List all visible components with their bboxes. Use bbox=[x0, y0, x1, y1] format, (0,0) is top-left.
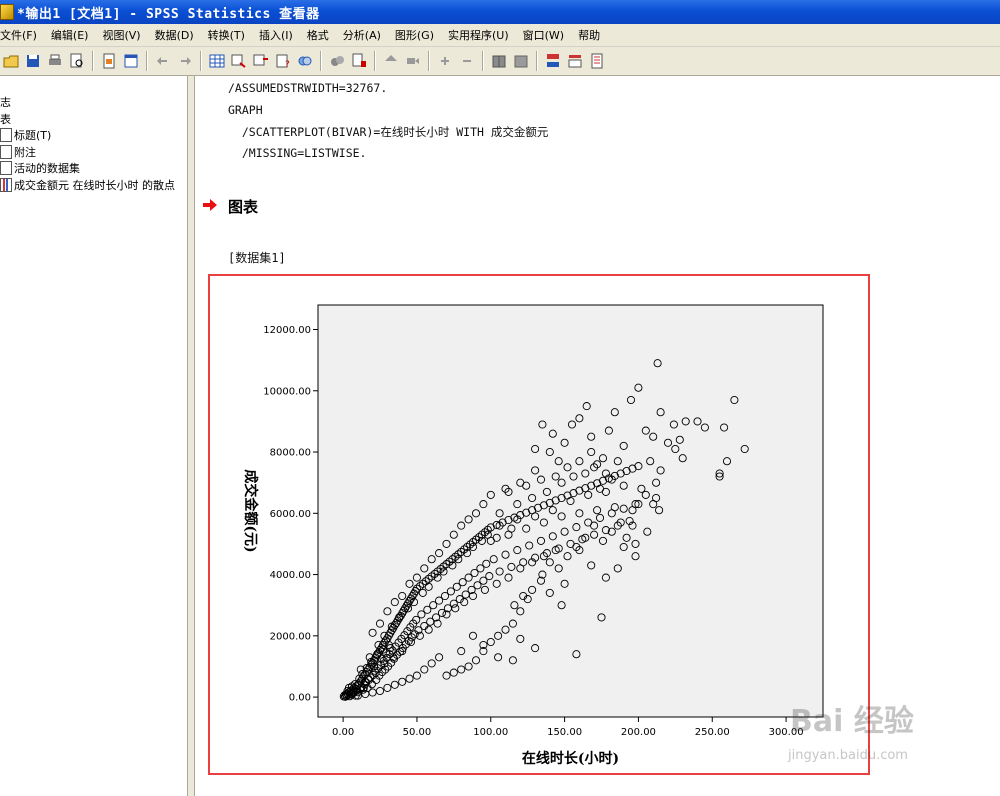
outline-node[interactable]: 成交金额元 在线时长小时 的散点 bbox=[0, 177, 175, 193]
show-icon[interactable] bbox=[491, 53, 507, 69]
dataset-label: [数据集1] bbox=[228, 251, 286, 265]
use-sets-icon[interactable] bbox=[297, 53, 313, 69]
y-tick-label: 6000.00 bbox=[270, 509, 311, 520]
y-tick-label: 0.00 bbox=[289, 693, 311, 704]
y-tick-label: 12000.00 bbox=[263, 325, 311, 336]
menu-item[interactable]: 格式 bbox=[300, 27, 336, 43]
menu-item[interactable]: 帮助 bbox=[571, 27, 607, 43]
print-icon[interactable] bbox=[47, 53, 63, 69]
spss-app-icon bbox=[0, 4, 14, 20]
syntax-line: GRAPH bbox=[228, 103, 263, 117]
insert-text-icon[interactable] bbox=[589, 53, 605, 69]
menu-item[interactable]: 视图(V) bbox=[95, 27, 147, 43]
undo-icon[interactable] bbox=[155, 53, 171, 69]
toolbar-separator bbox=[200, 51, 202, 71]
outline-node-label: 志 bbox=[0, 96, 11, 109]
export-icon[interactable] bbox=[101, 53, 117, 69]
section-title: 图表 bbox=[228, 198, 259, 216]
menu-item[interactable]: 转换(T) bbox=[201, 27, 252, 43]
print-preview-icon[interactable] bbox=[69, 53, 85, 69]
window-title-bar: *输出1 [文档1] - SPSS Statistics 查看器 bbox=[0, 0, 1000, 24]
y-tick-label: 10000.00 bbox=[263, 386, 311, 397]
promote-icon[interactable] bbox=[383, 53, 399, 69]
variables-icon[interactable]: ? bbox=[275, 53, 291, 69]
syntax-line: /MISSING=LISTWISE. bbox=[228, 146, 367, 160]
pane-splitter[interactable] bbox=[187, 76, 195, 796]
x-tick-label: 250.00 bbox=[695, 727, 730, 738]
y-axis-label: 成交金额(元) bbox=[242, 469, 259, 552]
outline-node[interactable]: 附注 bbox=[0, 144, 36, 160]
menu-item[interactable]: 数据(D) bbox=[148, 27, 201, 43]
toolbar-separator bbox=[374, 51, 376, 71]
svg-text:?: ? bbox=[285, 60, 290, 69]
menu-item[interactable]: 编辑(E) bbox=[44, 27, 96, 43]
open-icon[interactable] bbox=[3, 53, 19, 69]
outline-node[interactable]: 标题(T) bbox=[0, 127, 51, 143]
outline-node-label: 标题(T) bbox=[14, 129, 52, 142]
toolbar-separator bbox=[92, 51, 94, 71]
toolbar-separator bbox=[428, 51, 430, 71]
syntax-line: /SCATTERPLOT(BIVAR)=在线时长小时 WITH 成交金额元 bbox=[228, 125, 549, 139]
outline-node-label: 活动的数据集 bbox=[14, 162, 80, 175]
x-tick-label: 50.00 bbox=[403, 727, 432, 738]
section-arrow-icon bbox=[203, 199, 217, 211]
x-tick-label: 150.00 bbox=[547, 727, 582, 738]
y-tick-label: 4000.00 bbox=[270, 570, 311, 581]
toolbar-separator bbox=[146, 51, 148, 71]
dataset-doc-icon bbox=[0, 161, 12, 175]
x-tick-label: 0.00 bbox=[332, 727, 354, 738]
menu-item[interactable]: 文件(F) bbox=[0, 27, 44, 43]
outline-node-label: 成交金额元 在线时长小时 的散点 bbox=[14, 178, 175, 192]
recall-dialog-icon[interactable] bbox=[123, 53, 139, 69]
chart-doc-icon bbox=[0, 177, 12, 192]
outline-node[interactable]: 表 bbox=[0, 111, 11, 127]
menu-item[interactable]: 实用程序(U) bbox=[441, 27, 516, 43]
hide-icon[interactable] bbox=[513, 53, 529, 69]
redo-icon[interactable] bbox=[177, 53, 193, 69]
notes-doc-icon bbox=[0, 144, 12, 159]
x-axis-label: 在线时长(小时) bbox=[522, 750, 619, 767]
menu-bar: 文件(F) 编辑(E) 视图(V) 数据(D) 转换(T) 插入(I) 格式 分析(A) 图形(… bbox=[0, 24, 1000, 47]
x-tick-label: 100.00 bbox=[473, 727, 508, 738]
show-all-icon[interactable] bbox=[329, 53, 345, 69]
x-tick-label: 200.00 bbox=[621, 727, 656, 738]
y-tick-label: 2000.00 bbox=[270, 631, 311, 642]
output-content-pane[interactable]: /ASSUMEDSTRWIDTH=32767. GRAPH /SCATTERPL… bbox=[195, 76, 1000, 796]
window-title: *输出1 [文档1] - SPSS Statistics 查看器 bbox=[17, 6, 320, 22]
outline-node-label: 表 bbox=[0, 112, 11, 126]
insert-output-icon[interactable] bbox=[351, 53, 367, 69]
insert-title-icon[interactable] bbox=[567, 53, 583, 69]
title-doc-icon bbox=[0, 128, 12, 142]
goto-case-icon[interactable] bbox=[231, 53, 247, 69]
menu-item[interactable]: 图形(G) bbox=[388, 27, 441, 43]
expand-icon[interactable] bbox=[437, 53, 453, 69]
menu-item[interactable]: 窗口(W) bbox=[516, 27, 571, 43]
baidu-watermark: Bai 经验 jingyan.baidu.com bbox=[788, 704, 914, 763]
toolbar: ? bbox=[0, 47, 1000, 76]
toolbar-separator bbox=[536, 51, 538, 71]
collapse-icon[interactable] bbox=[459, 53, 475, 69]
save-icon[interactable] bbox=[25, 53, 41, 69]
menu-item[interactable]: 插入(I) bbox=[252, 27, 300, 43]
toolbar-separator bbox=[482, 51, 484, 71]
outline-node-label: 附注 bbox=[14, 145, 36, 159]
menu-item[interactable]: 分析(A) bbox=[336, 27, 388, 43]
outline-node[interactable]: 活动的数据集 bbox=[0, 160, 80, 176]
goto-data-icon[interactable] bbox=[209, 53, 225, 69]
demote-icon[interactable] bbox=[405, 53, 421, 69]
toolbar-separator bbox=[320, 51, 322, 71]
y-tick-label: 8000.00 bbox=[270, 448, 311, 459]
outline-pane[interactable]: 志表标题(T) 附注活动的数据集成交金额元 在线时长小时 的散点 bbox=[0, 76, 187, 796]
insert-heading-icon[interactable] bbox=[545, 53, 561, 69]
outline-node[interactable]: 志 bbox=[0, 94, 11, 110]
syntax-line: /ASSUMEDSTRWIDTH=32767. bbox=[228, 81, 388, 95]
goto-variable-icon[interactable] bbox=[253, 53, 269, 69]
